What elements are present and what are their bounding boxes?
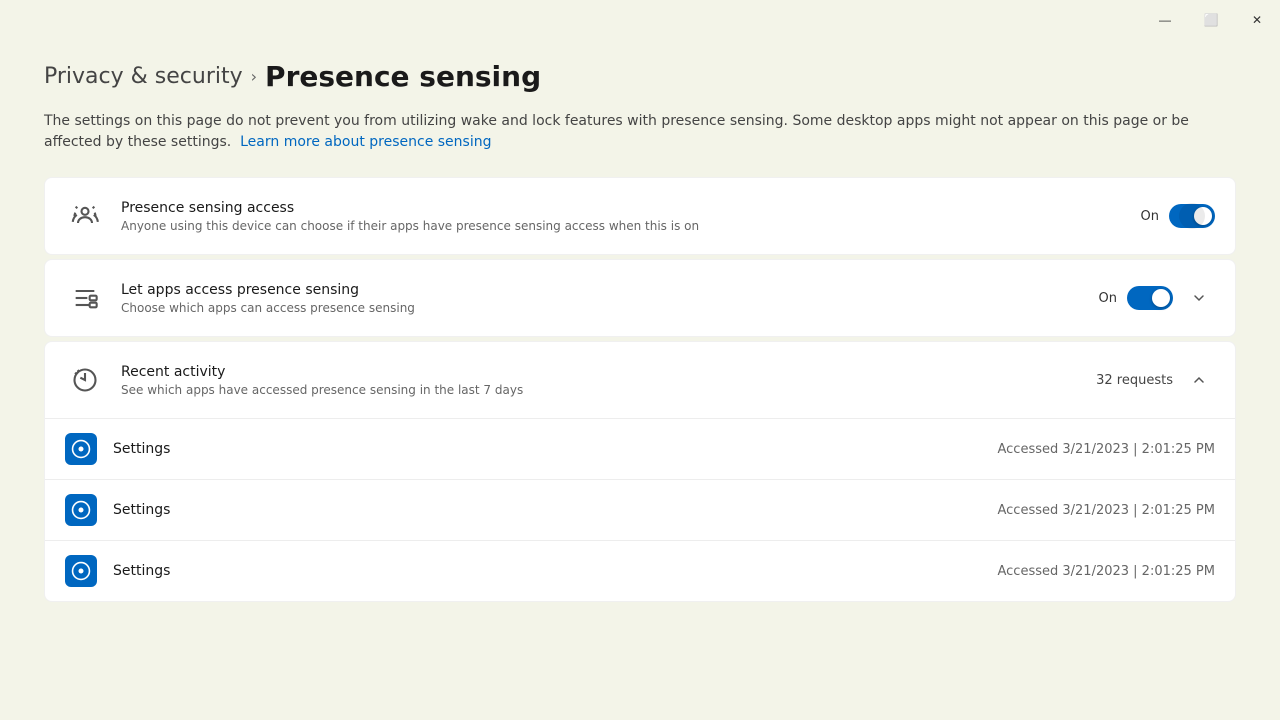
presence-access-title: Presence sensing access [121, 200, 1125, 216]
app-name-1: Settings [113, 441, 982, 457]
breadcrumb: Privacy & security › Presence sensing [44, 60, 1236, 93]
apps-access-card: Let apps access presence sensing Choose … [44, 259, 1236, 337]
activity-list-item: Settings Accessed 3/21/2023 | 2:01:25 PM [45, 540, 1235, 601]
breadcrumb-parent-link[interactable]: Privacy & security [44, 64, 243, 89]
apps-access-control: On [1099, 282, 1215, 314]
presence-access-toggle[interactable] [1169, 204, 1215, 228]
activity-collapse-button[interactable] [1183, 364, 1215, 396]
apps-access-expand-button[interactable] [1183, 282, 1215, 314]
apps-access-state-label: On [1099, 291, 1117, 306]
presence-access-control: On [1141, 204, 1215, 228]
title-bar: — ⬜ ✕ [0, 0, 1280, 40]
app-name-3: Settings [113, 563, 982, 579]
recent-activity-card: Recent activity See which apps have acce… [44, 341, 1236, 602]
presence-access-state-label: On [1141, 209, 1159, 224]
breadcrumb-chevron-icon: › [251, 67, 257, 86]
page-content: Privacy & security › Presence sensing Th… [0, 40, 1280, 626]
access-time-3: Accessed 3/21/2023 | 2:01:25 PM [998, 564, 1216, 579]
activity-title: Recent activity [121, 364, 1080, 380]
apps-access-toggle[interactable] [1127, 286, 1173, 310]
apps-toggle-thumb [1152, 289, 1170, 307]
activity-icon [65, 360, 105, 400]
settings-app-icon-3 [65, 555, 97, 587]
access-time-1: Accessed 3/21/2023 | 2:01:25 PM [998, 442, 1216, 457]
activity-subtitle: See which apps have accessed presence se… [121, 383, 1080, 397]
main-window: — ⬜ ✕ Privacy & security › Presence sens… [0, 0, 1280, 720]
presence-access-text: Presence sensing access Anyone using thi… [121, 200, 1125, 233]
page-title: Presence sensing [265, 60, 541, 93]
apps-access-text: Let apps access presence sensing Choose … [121, 282, 1083, 315]
maximize-button[interactable]: ⬜ [1188, 0, 1234, 40]
apps-access-subtitle: Choose which apps can access presence se… [121, 301, 1083, 315]
close-button[interactable]: ✕ [1234, 0, 1280, 40]
learn-more-link[interactable]: Learn more about presence sensing [240, 134, 491, 150]
access-time-2: Accessed 3/21/2023 | 2:01:25 PM [998, 503, 1216, 518]
presence-access-icon [65, 196, 105, 236]
minimize-button[interactable]: — [1142, 0, 1188, 40]
activity-control: 32 requests [1096, 364, 1215, 396]
activity-text: Recent activity See which apps have acce… [121, 364, 1080, 397]
activity-header: Recent activity See which apps have acce… [45, 342, 1235, 418]
description-text: The settings on this page do not prevent… [44, 113, 1189, 150]
requests-count-badge: 32 requests [1096, 373, 1173, 388]
app-name-2: Settings [113, 502, 982, 518]
presence-sensing-access-card: Presence sensing access Anyone using thi… [44, 177, 1236, 255]
apps-access-title: Let apps access presence sensing [121, 282, 1083, 298]
apps-access-icon [65, 278, 105, 318]
activity-list-item: Settings Accessed 3/21/2023 | 2:01:25 PM [45, 418, 1235, 479]
presence-access-subtitle: Anyone using this device can choose if t… [121, 219, 1125, 233]
activity-list-item: Settings Accessed 3/21/2023 | 2:01:25 PM [45, 479, 1235, 540]
settings-app-icon-1 [65, 433, 97, 465]
page-description: The settings on this page do not prevent… [44, 111, 1224, 153]
toggle-thumb [1194, 207, 1212, 225]
settings-app-icon-2 [65, 494, 97, 526]
